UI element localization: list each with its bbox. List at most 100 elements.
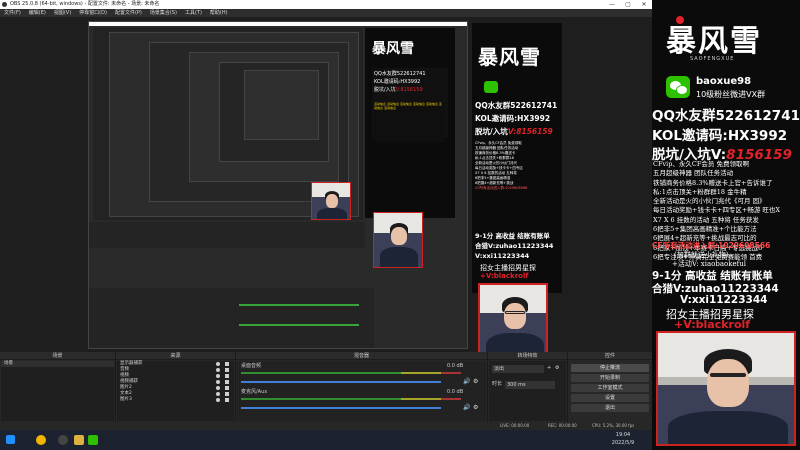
eye-icon[interactable] — [216, 368, 220, 372]
maximize-button[interactable]: ▢ — [620, 0, 636, 9]
nested-preview-frame: 暴风雪 QQ水友群522612741 KOL邀请码:HX3992 脱坑/入坑V:81… — [88, 21, 468, 349]
duration-input[interactable]: 300 ms — [505, 381, 555, 389]
track-mic-db: 0.0 dB — [447, 389, 464, 395]
menu-bar: 文件(F) 编辑(E) 视图(V) 停靠窗口(D) 配置文件(P) 场景集合(S) 工具(T… — [0, 9, 652, 17]
menu-docks[interactable]: 停靠窗口(D) — [75, 9, 111, 17]
gear-icon[interactable]: ⚙ — [473, 404, 478, 411]
transition-select[interactable]: 淡出 — [492, 365, 544, 373]
title-bar: OBS 25.0.8 (64-bit, windows) - 配置文件: 未命名… — [0, 0, 652, 9]
lock-icon[interactable] — [225, 374, 229, 378]
recruit-v: +V:blackrolf — [674, 318, 751, 331]
wechat-icon — [666, 76, 690, 98]
mixer-title: 混音器 — [236, 352, 487, 360]
lock-icon[interactable] — [225, 368, 229, 372]
windows-icon[interactable] — [6, 435, 15, 444]
mixer-dock: 混音器 桌面音频 0.0 dB 🔊 ⚙ 麦克风/Aux 0.0 dB 🔊 ⚙ — [236, 352, 488, 430]
minimize-button[interactable]: — — [604, 0, 620, 9]
lock-icon[interactable] — [225, 362, 229, 366]
stream-overlay: 暴风雪 SAOFENGXUE baoxue98 10级粉丝微进VX群 QQ水友群… — [652, 0, 800, 450]
speaker-icon[interactable]: 🔊 — [463, 378, 470, 385]
exit-button[interactable]: 退出 — [571, 404, 649, 412]
info-line: 6把非5+集团高画精准+个比能方法 — [653, 225, 757, 234]
eye-icon[interactable] — [216, 362, 220, 366]
sources-dock: 来源 显示器捕获 音频 视频 视频捕获 图片2 文本2 图片3 + − ⚙ ⌃ … — [116, 352, 236, 430]
gear-icon[interactable]: ⚙ — [473, 378, 478, 385]
volume-slider-mic[interactable] — [241, 407, 441, 409]
qq-group: QQ水友群522612741 — [652, 108, 800, 124]
obs-app-icon — [2, 2, 7, 7]
lock-icon[interactable] — [225, 392, 229, 396]
menu-help[interactable]: 帮助(H) — [206, 9, 232, 17]
transitions-dock: 转场特效 淡出 + ⚙ 时长 300 ms — [488, 352, 568, 430]
menu-profile[interactable]: 配置文件(P) — [111, 9, 146, 17]
menu-tools[interactable]: 工具(T) — [181, 9, 206, 17]
scenes-title: 场景 — [0, 352, 115, 360]
menu-scene-collection[interactable]: 场景集合(S) — [146, 9, 181, 17]
start-recording-button[interactable]: 开始录制 — [571, 374, 649, 382]
source-label: 图片2 — [120, 385, 132, 390]
sources-title: 来源 — [116, 352, 235, 360]
chrome-icon[interactable] — [36, 435, 46, 445]
scenes-dock: 场景 场景 + − ⌃ ⌄ — [0, 352, 116, 430]
kol-code: KOL邀请码:HX3992 — [652, 128, 788, 144]
menu-edit[interactable]: 编辑(E) — [25, 9, 50, 17]
clock-time: 19:04 — [615, 432, 631, 438]
lock-icon[interactable] — [225, 386, 229, 390]
menu-view[interactable]: 视图(V) — [50, 9, 75, 17]
gear-icon[interactable]: ⚙ — [555, 365, 559, 372]
duration-label: 时长 — [492, 381, 503, 387]
obs-icon[interactable] — [58, 435, 68, 445]
eye-icon[interactable] — [216, 374, 220, 378]
source-label: 图片3 — [120, 397, 132, 402]
window-title: OBS 25.0.8 (64-bit, windows) - 配置文件: 未命名… — [10, 1, 160, 7]
vx-line: V:xxi11223344 — [680, 294, 768, 306]
audio-meter — [241, 372, 401, 374]
source-label: 显示器捕获 — [120, 361, 143, 366]
eye-icon[interactable] — [216, 380, 220, 384]
status-bar: LIVE: 00:00:00 REC: 00:00:00 CPU: 5.2%, … — [0, 422, 652, 430]
cpu-status: CPU: 5.2%, 30.00 fps — [592, 423, 635, 428]
controls-title: 控件 — [568, 352, 652, 360]
wechat-group: 10级粉丝微进VX群 — [696, 90, 766, 99]
volume-slider-desktop[interactable] — [241, 381, 441, 383]
add-transition-icon[interactable]: + — [547, 365, 551, 372]
taskbar: 19:04 2022/5/9 — [0, 430, 652, 450]
rec-status: REC: 00:00:00 — [548, 423, 577, 428]
clock-date: 2022/5/9 — [611, 440, 635, 446]
dock-area: 场景 场景 + − ⌃ ⌄ 来源 显示器捕获 音频 视频 视频捕获 图片2 文本… — [0, 352, 652, 430]
audio-meter — [241, 398, 401, 400]
settings-button[interactable]: 设置 — [571, 394, 649, 402]
controls-dock: 控件 停止推流 开始录制 工作室模式 设置 退出 — [568, 352, 652, 430]
track-mic-name: 麦克风/Aux — [241, 389, 268, 395]
info-line: 五月超级神器 团队任务活动 — [653, 169, 734, 178]
folder-icon[interactable] — [74, 435, 84, 445]
eye-icon[interactable] — [216, 398, 220, 402]
lock-icon[interactable] — [225, 380, 229, 384]
speaker-icon[interactable]: 🔊 — [463, 404, 470, 411]
wechat-id: baoxue98 — [696, 76, 752, 87]
source-item[interactable]: 图片3 — [117, 397, 234, 403]
source-label: 音频 — [120, 367, 129, 372]
webcam-feed — [656, 331, 796, 446]
live-status: LIVE: 00:00:00 — [500, 423, 530, 428]
track-desktop-name: 桌面音频 — [241, 363, 262, 369]
transitions-title: 转场特效 — [488, 352, 567, 360]
info-line: CFvip、永久CF会员 免费领取啊 — [653, 160, 749, 168]
lock-icon[interactable] — [225, 398, 229, 402]
preview-canvas[interactable]: 暴风雪 QQ水友群522612741 KOL邀请码:HX3992 脱坑/入坑V:81… — [0, 17, 652, 361]
info-line: X7 X 6 挂数的活动 五种将 任务获发 — [653, 215, 759, 224]
stop-streaming-button[interactable]: 停止推流 — [571, 364, 649, 372]
scene-item[interactable]: 场景 — [1, 361, 114, 367]
nested-webcam — [478, 283, 548, 361]
source-label: 视频捕获 — [120, 379, 138, 384]
info-line: 私:1点击顶关+粉群群18 金牛精 — [653, 187, 747, 196]
studio-mode-button[interactable]: 工作室模式 — [571, 384, 649, 392]
menu-file[interactable]: 文件(F) — [0, 9, 25, 17]
eye-icon[interactable] — [216, 392, 220, 396]
info-line: 每日活动奖励+钱卡卡+四专区+畅游 旺也X — [653, 206, 781, 215]
close-button[interactable]: ✕ — [636, 0, 652, 9]
info-line: 铁铺商务价格8.3%赠送卡上官+告诉谁了 — [653, 178, 773, 187]
obs-window: OBS 25.0.8 (64-bit, windows) - 配置文件: 未命名… — [0, 0, 652, 430]
wechat-icon[interactable] — [88, 435, 98, 445]
eye-icon[interactable] — [216, 386, 220, 390]
